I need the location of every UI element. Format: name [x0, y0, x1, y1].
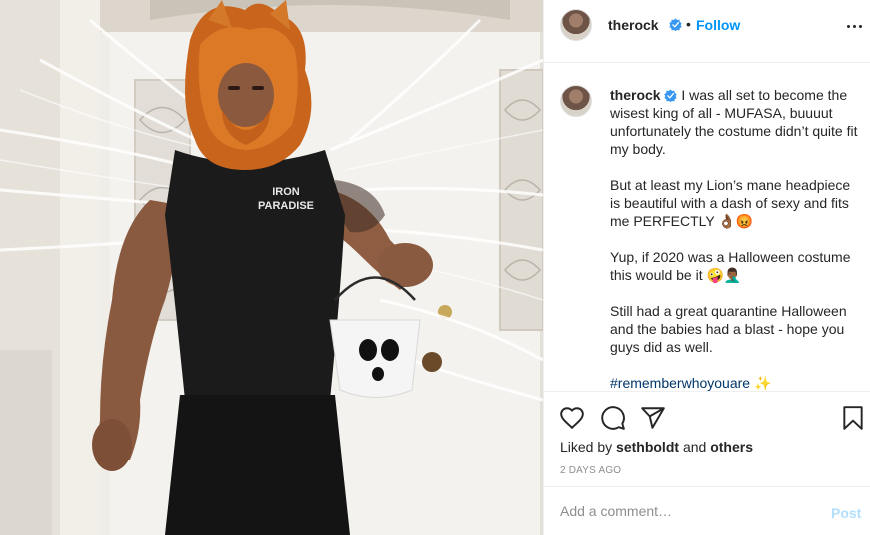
- photo-illustration: IRON PARADISE: [0, 0, 543, 535]
- post-photo[interactable]: IRON PARADISE: [0, 0, 543, 535]
- caption-paragraph-4: Still had a great quarantine Halloween a…: [610, 303, 847, 355]
- post-actions: Liked by sethboldt and others 2 DAYS AGO: [544, 391, 870, 486]
- verified-badge-icon: [669, 18, 682, 31]
- left-fist: [92, 419, 132, 471]
- post-timestamp[interactable]: 2 DAYS AGO: [560, 465, 621, 476]
- tank-top: [165, 150, 345, 400]
- paper-plane-icon[interactable]: [640, 405, 666, 431]
- verified-badge-icon: [664, 89, 678, 102]
- caption-author-avatar[interactable]: [560, 85, 592, 117]
- more-options-icon[interactable]: [847, 17, 863, 35]
- post-header: therock • Follow: [544, 0, 870, 63]
- ghost-bucket: [329, 319, 421, 398]
- heart-icon[interactable]: [559, 405, 585, 431]
- pillar-base: [0, 350, 52, 535]
- candy: [422, 352, 442, 372]
- caption-hashtag-line: #rememberwhoyouare ✨: [610, 374, 864, 391]
- post-comment-button[interactable]: Post: [831, 505, 861, 521]
- right-hand: [377, 243, 433, 287]
- caption-paragraph-3: Yup, if 2020 was a Halloween costume thi…: [610, 249, 851, 283]
- instagram-post: IRON PARADISE therock • Follow therock I…: [0, 0, 870, 535]
- hashtag-link[interactable]: #rememberwhoyouare: [610, 375, 750, 391]
- shirt-text-2: PARADISE: [258, 200, 314, 212]
- liked-by-text: Liked by sethboldt and others: [560, 439, 753, 455]
- comment-bubble-icon[interactable]: [600, 405, 626, 431]
- follow-button[interactable]: Follow: [696, 17, 740, 33]
- liked-by-others-link[interactable]: others: [710, 439, 753, 455]
- header-separator: •: [686, 16, 691, 32]
- sparkle-emoji: ✨: [753, 375, 772, 391]
- comment-bar: Post: [544, 486, 870, 535]
- author-username[interactable]: therock: [608, 17, 659, 33]
- shirt-text-1: IRON: [272, 186, 300, 198]
- author-avatar[interactable]: [560, 9, 592, 41]
- pants: [165, 395, 350, 535]
- caption-author-username[interactable]: therock: [610, 87, 661, 103]
- caption-paragraph-2: But at least my Lion’s mane headpiece is…: [610, 177, 851, 229]
- liked-by-and: and: [682, 439, 707, 455]
- liked-by-prefix: Liked by: [560, 439, 613, 455]
- caption-area: therock I was all set to become the wise…: [544, 63, 870, 391]
- comment-input[interactable]: [560, 500, 820, 522]
- post-side-panel: therock • Follow therock I was all set t…: [543, 0, 870, 535]
- liked-by-user-link[interactable]: sethboldt: [616, 439, 679, 455]
- post-caption: therock I was all set to become the wise…: [610, 86, 864, 391]
- bookmark-icon[interactable]: [840, 405, 866, 431]
- caption-paragraph-1: therock I was all set to become the wise…: [610, 86, 864, 158]
